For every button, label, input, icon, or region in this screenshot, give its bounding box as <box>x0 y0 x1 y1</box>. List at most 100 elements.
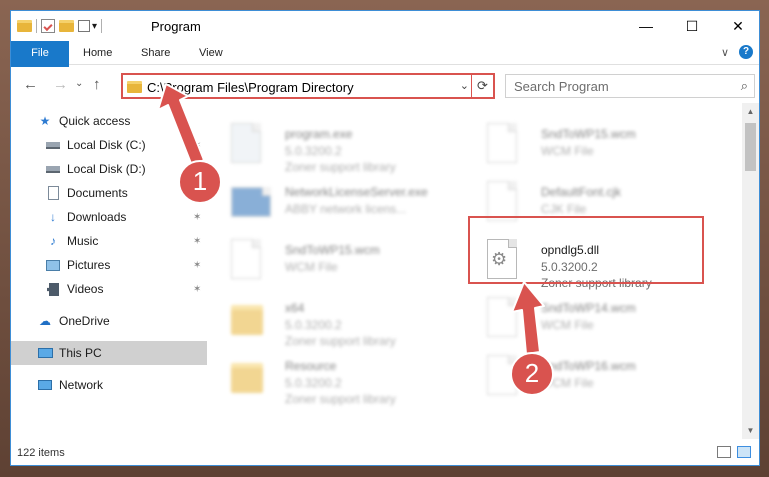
sidebar-item-quick-access[interactable]: ★ Quick access <box>11 109 207 133</box>
document-icon <box>487 181 523 225</box>
help-icon[interactable]: ? <box>739 45 753 59</box>
pin-icon: ✶ <box>193 139 202 151</box>
file-description: Zoner support library <box>285 160 396 174</box>
search-placeholder: Search Program <box>514 79 609 94</box>
document-icon <box>487 123 523 167</box>
up-button[interactable]: ↑ <box>93 76 101 93</box>
file-item[interactable]: SndToWP14.wcm WCM File <box>471 291 711 347</box>
file-type: CJK File <box>541 202 587 216</box>
sidebar-item-label: Downloads <box>67 210 127 224</box>
network-icon <box>37 377 53 393</box>
file-description: Zoner support library <box>285 392 396 406</box>
navigation-bar: ← → ⌄ ↑ C:\Program Files\Program Directo… <box>11 67 759 103</box>
file-item-opndlg5-dll[interactable]: ⚙ opndlg5.dll 5.0.3200.2 Zoner support l… <box>471 233 711 290</box>
vertical-scrollbar[interactable]: ▲ ▼ <box>742 103 759 439</box>
quick-access-dropdown[interactable]: ▾ <box>92 21 97 32</box>
tab-view[interactable]: View <box>189 41 233 65</box>
sidebar-item-network[interactable]: Network <box>11 373 207 397</box>
scroll-down-button[interactable]: ▼ <box>742 422 759 439</box>
details-view-button[interactable] <box>717 446 731 458</box>
sidebar-item-music[interactable]: ♪ Music ✶ <box>11 229 207 253</box>
file-name: x64 <box>285 301 305 315</box>
file-version: 5.0.3200.2 <box>285 376 342 390</box>
rename-icon[interactable] <box>78 20 90 32</box>
title-bar: ▾ Program — ☐ ✕ <box>11 11 759 41</box>
maximize-button[interactable]: ☐ <box>669 11 715 41</box>
file-item[interactable]: SndToWP16.wcm WCM File <box>471 349 711 405</box>
file-name: SndToWP16.wcm <box>541 359 636 373</box>
address-bar[interactable]: C:\Program Files\Program Directory ⌄ ⟳ <box>121 73 495 99</box>
step-callout-1: 1 <box>178 160 222 204</box>
toolbar-separator <box>36 19 37 33</box>
drive-icon <box>45 137 61 153</box>
file-name: SndToWP14.wcm <box>541 301 636 315</box>
documents-icon <box>45 185 61 201</box>
sidebar-item-videos[interactable]: Videos ✶ <box>11 277 207 301</box>
tab-share[interactable]: Share <box>131 41 180 65</box>
file-item[interactable]: x64 5.0.3200.2 Zoner support library <box>215 291 455 348</box>
refresh-button[interactable]: ⟳ <box>471 75 493 97</box>
sidebar-item-this-pc[interactable]: This PC <box>11 341 207 365</box>
pin-icon: ✶ <box>193 283 202 295</box>
file-item[interactable]: program.exe 5.0.3200.2 Zoner support lib… <box>215 117 455 174</box>
drive-icon <box>45 161 61 177</box>
sidebar-item-local-disk-c[interactable]: Local Disk (C:) ✶ <box>11 133 207 157</box>
sidebar-item-pictures[interactable]: Pictures ✶ <box>11 253 207 277</box>
pin-icon: ✶ <box>193 259 202 271</box>
sidebar-item-downloads[interactable]: ↓ Downloads ✶ <box>11 205 207 229</box>
file-item[interactable]: NetworkLicenseServer.exe ABBY network li… <box>215 175 455 231</box>
file-item[interactable]: SndToWP15.wcm WCM File <box>215 233 455 289</box>
ribbon-tabs: File Home Share View ∨ ? <box>11 41 759 97</box>
forward-button[interactable]: → <box>53 76 68 93</box>
file-list: program.exe 5.0.3200.2 Zoner support lib… <box>215 103 741 439</box>
dll-gear-icon: ⚙ <box>487 239 523 283</box>
sidebar-item-onedrive[interactable]: ☁ OneDrive <box>11 309 207 333</box>
close-button[interactable]: ✕ <box>715 11 759 41</box>
file-version: 5.0.3200.2 <box>285 144 342 158</box>
videos-icon <box>45 281 61 297</box>
exe-icon <box>231 181 271 225</box>
back-button[interactable]: ← <box>23 76 38 93</box>
file-name: Resource <box>285 359 337 373</box>
address-dropdown-button[interactable]: ⌄ <box>460 79 469 92</box>
folder-icon <box>231 355 267 399</box>
tab-home[interactable]: Home <box>73 41 122 65</box>
file-item[interactable]: SndToWP15.wcm WCM File <box>471 117 711 173</box>
sidebar-item-label: Network <box>59 378 104 392</box>
folder-icon <box>17 20 32 32</box>
file-name: NetworkLicenseServer.exe <box>285 185 428 199</box>
scroll-thumb[interactable] <box>745 123 756 171</box>
address-path[interactable]: C:\Program Files\Program Directory <box>147 80 354 95</box>
new-folder-icon[interactable] <box>59 20 74 32</box>
document-icon <box>231 239 267 283</box>
recent-locations-button[interactable]: ⌄ <box>75 78 83 89</box>
window-title: Program <box>151 19 201 34</box>
properties-icon[interactable] <box>41 19 55 33</box>
file-name: SndToWP15.wcm <box>541 127 636 141</box>
large-icons-view-button[interactable] <box>737 446 751 458</box>
file-description: Zoner support library <box>285 334 396 348</box>
star-icon: ★ <box>39 114 51 128</box>
view-switcher <box>717 446 751 458</box>
sidebar-item-label: Quick access <box>59 114 131 128</box>
ribbon-collapse-button[interactable]: ∨ <box>721 46 729 59</box>
file-item[interactable]: Resource 5.0.3200.2 Zoner support librar… <box>215 349 455 406</box>
file-version: 5.0.3200.2 <box>285 318 342 332</box>
folder-icon <box>231 297 267 341</box>
navigation-pane: ★ Quick access Local Disk (C:) ✶ Local D… <box>11 103 207 439</box>
quick-access-toolbar: ▾ <box>17 18 106 34</box>
sidebar-item-label: Videos <box>67 282 104 296</box>
sidebar-item-label: OneDrive <box>59 314 110 328</box>
item-count: 122 items <box>17 447 65 459</box>
music-icon: ♪ <box>50 234 56 248</box>
document-icon <box>487 297 523 341</box>
downloads-icon: ↓ <box>50 210 56 224</box>
search-box[interactable]: Search Program ⌕ <box>505 74 755 98</box>
file-item[interactable]: DefaultFont.cjk CJK File <box>471 175 711 231</box>
folder-icon <box>127 81 142 93</box>
search-icon[interactable]: ⌕ <box>741 78 748 94</box>
file-type: WCM File <box>541 144 594 158</box>
minimize-button[interactable]: — <box>623 11 669 41</box>
scroll-up-button[interactable]: ▲ <box>742 103 759 120</box>
sidebar-item-label: Local Disk (C:) <box>67 138 146 152</box>
